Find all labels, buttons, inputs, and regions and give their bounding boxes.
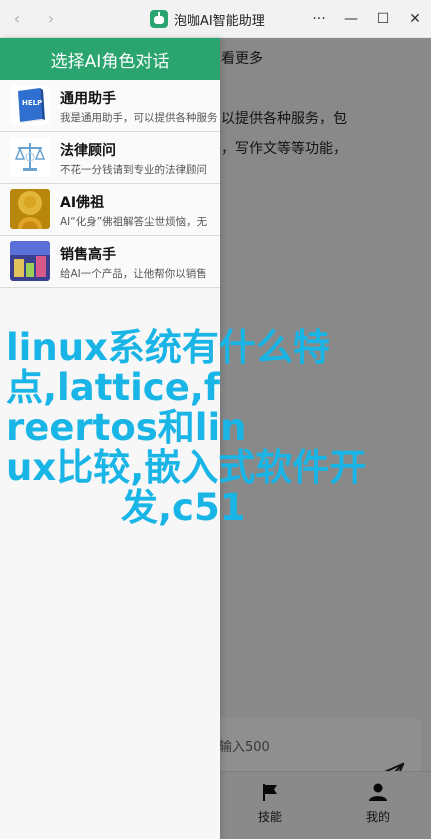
minimize-button[interactable]: —	[335, 0, 367, 38]
window-title-group: 泡咖AI智能助理	[150, 0, 265, 38]
buddha-image	[10, 189, 50, 229]
more-icon: ···	[312, 11, 326, 27]
watermark-line: 发,c51	[121, 486, 246, 529]
role-description: 我是通用助手，可以提供各种服务	[60, 112, 218, 124]
law-scale-icon	[10, 137, 50, 177]
sales-image	[10, 241, 50, 281]
back-button[interactable]: ‹	[0, 0, 34, 38]
maximize-icon: ☐	[376, 11, 390, 27]
help-book-label: HELP	[22, 99, 42, 107]
role-title: 通用助手	[60, 91, 116, 107]
watermark-line: linux系统有什么特	[6, 326, 330, 369]
role-title: AI佛祖	[60, 195, 105, 211]
role-description: 给AI一个产品，让他帮你以销售	[60, 268, 207, 280]
role-item-general[interactable]: HELP 通用助手 我是通用助手，可以提供各种服务	[0, 80, 220, 132]
chevron-right-icon: ›	[47, 9, 55, 28]
window-controls: ··· — ☐ ✕	[303, 0, 431, 38]
role-item-buddha[interactable]: AI佛祖 AI“化身”佛祖解答尘世烦恼，无	[0, 184, 220, 236]
role-title: 法律顾问	[60, 143, 116, 159]
close-icon: ✕	[409, 11, 421, 27]
watermark-line: reertos和lin	[6, 406, 247, 449]
minimize-icon: —	[344, 11, 358, 27]
robot-icon	[150, 10, 168, 28]
watermark-line: 点,lattice,f	[6, 366, 220, 409]
window-title: 泡咖AI智能助理	[174, 13, 265, 29]
drawer-title: 选择AI角色对话	[0, 38, 220, 80]
close-button[interactable]: ✕	[399, 0, 431, 38]
role-item-legal[interactable]: 法律顾问 不花一分钱请到专业的法律顾问	[0, 132, 220, 184]
title-bar: ‹ › 泡咖AI智能助理 ··· — ☐ ✕	[0, 0, 431, 38]
watermark-text: linux系统有什么特 点,lattice,f reertos和lin ux比较…	[6, 328, 386, 528]
role-description: AI“化身”佛祖解答尘世烦恼，无	[60, 216, 208, 228]
chevron-left-icon: ‹	[13, 9, 21, 28]
maximize-button[interactable]: ☐	[367, 0, 399, 38]
role-title: 销售高手	[60, 247, 116, 263]
role-description: 不花一分钱请到专业的法律顾问	[60, 164, 207, 176]
forward-button[interactable]: ›	[34, 0, 68, 38]
role-item-sales[interactable]: 销售高手 给AI一个产品，让他帮你以销售	[0, 236, 220, 288]
more-button[interactable]: ···	[303, 0, 335, 38]
help-book-icon: HELP	[10, 85, 50, 125]
watermark-line: ux比较,嵌入式软件开	[6, 446, 367, 489]
